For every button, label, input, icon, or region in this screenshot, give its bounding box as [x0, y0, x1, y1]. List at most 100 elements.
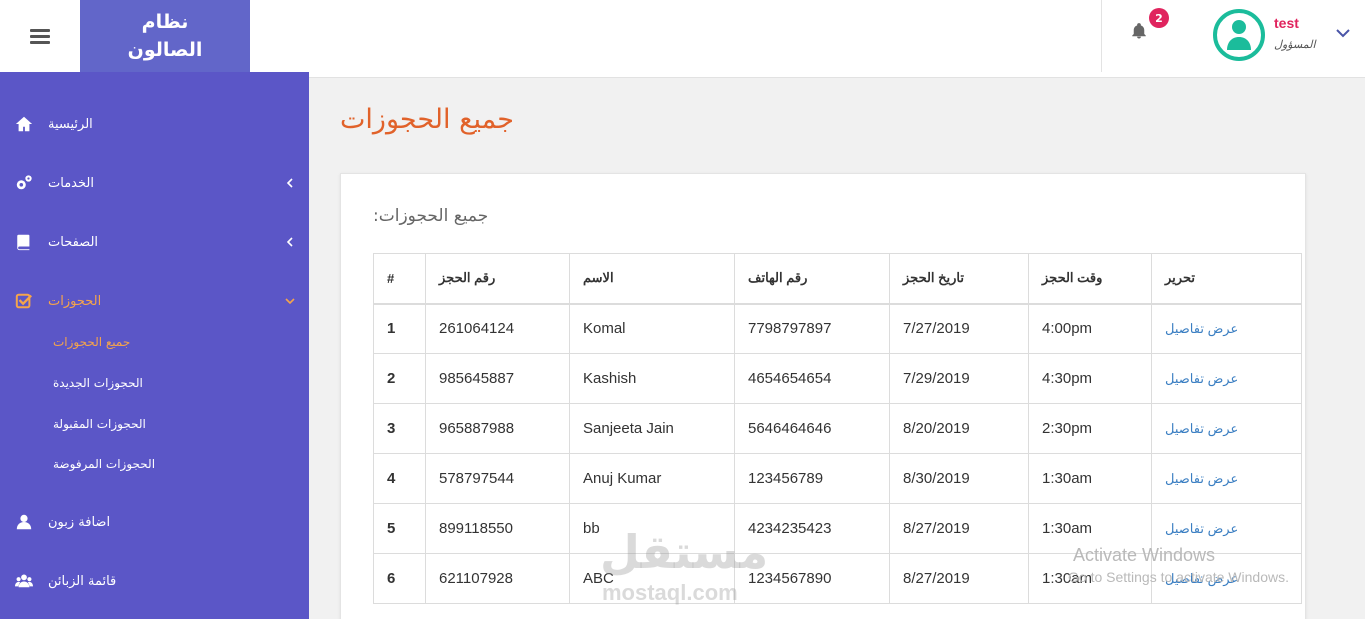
column-header-label: تحرير [1165, 270, 1195, 286]
mostaql-watermark-site: mostaql.com [602, 580, 738, 605]
sidebar: الرئيسية الخدمات الصفحات الحجوزات جميع ا… [0, 72, 309, 619]
mostaql-watermark-logo: مستقل [600, 525, 769, 579]
cell-time: 2:30pm [1028, 403, 1152, 454]
table-header-row: # رقم الحجز الاسم رقم الهاتف تاريخ الحجز… [373, 253, 1302, 305]
column-header-phone: رقم الهاتف [734, 253, 890, 305]
chevron-left-icon [286, 178, 293, 188]
view-details-link[interactable]: عرض تفاصيل [1151, 453, 1302, 504]
view-details-label: عرض تفاصيل [1165, 370, 1239, 386]
view-details-label: عرض تفاصيل [1165, 520, 1239, 536]
table-row: 3 965887988 Sanjeeta Jain 5646464646 8/2… [373, 403, 1302, 454]
hamburger-icon [30, 26, 50, 47]
column-header-booking-number: رقم الحجز [425, 253, 570, 305]
sidebar-subitem-accepted-bookings[interactable]: الحجوزات المقبولة [53, 417, 146, 431]
cell-booking-number: 965887988 [425, 403, 570, 454]
gears-icon [14, 173, 34, 193]
view-details-link[interactable]: عرض تفاصيل [1151, 353, 1302, 404]
sidebar-item-label: الرئيسية [48, 116, 93, 132]
sidebar-item-home[interactable]: الرئيسية [0, 102, 309, 146]
sidebar-item-label: اضافة زبون [48, 514, 111, 530]
cell-date: 8/27/2019 [889, 553, 1029, 604]
sidebar-item-add-customer[interactable]: اضافة زبون [0, 500, 309, 544]
brand-line-2: الصالون [127, 39, 203, 61]
sidebar-item-label: الصفحات [48, 234, 99, 250]
column-header-label: رقم الهاتف [748, 270, 808, 286]
cell-index: 5 [373, 503, 426, 554]
column-header-booking-date: تاريخ الحجز [889, 253, 1029, 305]
cell-phone: 123456789 [734, 453, 890, 504]
sidebar-item-bookings[interactable]: الحجوزات [0, 279, 309, 323]
cell-date: 8/30/2019 [889, 453, 1029, 504]
book-icon [14, 232, 34, 252]
view-details-label: عرض تفاصيل [1165, 470, 1239, 486]
cell-phone: 5646464646 [734, 403, 890, 454]
cell-name: Anuj Kumar [569, 453, 735, 504]
cell-booking-number: 578797544 [425, 453, 570, 504]
column-header-label: الاسم [583, 270, 614, 286]
column-header-index: # [373, 253, 426, 305]
table-row: 4 578797544 Anuj Kumar 123456789 8/30/20… [373, 453, 1302, 504]
cell-time: 4:00pm [1028, 303, 1152, 354]
bell-icon[interactable] [1130, 22, 1152, 44]
sidebar-item-customer-list[interactable]: قائمة الزبائن [0, 559, 309, 603]
cell-date: 8/27/2019 [889, 503, 1029, 554]
sidebar-item-label: الحجوزات [48, 293, 102, 309]
sidebar-subitem-all-bookings[interactable]: جميع الحجوزات [53, 335, 130, 349]
cell-date: 7/27/2019 [889, 303, 1029, 354]
cell-phone: 4654654654 [734, 353, 890, 404]
menu-toggle-button[interactable] [0, 0, 80, 72]
avatar[interactable] [1213, 9, 1265, 61]
user-role: المسؤول [1274, 38, 1316, 51]
cell-name: Kashish [569, 353, 735, 404]
cell-booking-number: 985645887 [425, 353, 570, 404]
activate-windows-title: Activate Windows [1073, 545, 1216, 565]
chevron-down-icon [285, 298, 295, 305]
sidebar-item-pages[interactable]: الصفحات [0, 220, 309, 264]
column-header-label: وقت الحجز [1042, 270, 1103, 286]
chevron-down-icon[interactable] [1335, 25, 1351, 41]
cell-phone: 7798797897 [734, 303, 890, 354]
user-icon [14, 512, 34, 532]
sidebar-item-services[interactable]: الخدمات [0, 161, 309, 205]
cell-name: Sanjeeta Jain [569, 403, 735, 454]
view-details-label: عرض تفاصيل [1165, 420, 1239, 436]
header-divider [1101, 0, 1102, 72]
top-header: نظام الصالون 2 test المسؤول [0, 0, 1365, 78]
home-icon [14, 114, 34, 134]
sidebar-item-label: الخدمات [48, 175, 94, 191]
notification-badge: 2 [1149, 8, 1169, 28]
sidebar-subitem-rejected-bookings[interactable]: الحجوزات المرفوضة [53, 457, 155, 471]
view-details-link[interactable]: عرض تفاصيل [1151, 303, 1302, 354]
table-row: 1 261064124 Komal 7798797897 7/27/2019 4… [373, 303, 1302, 354]
cell-index: 4 [373, 453, 426, 504]
brand-line-1: نظام [141, 11, 189, 33]
cell-booking-number: 899118550 [425, 503, 570, 554]
user-silhouette-icon [1227, 20, 1251, 50]
cell-time: 4:30pm [1028, 353, 1152, 404]
cell-index: 6 [373, 553, 426, 604]
cell-name: Komal [569, 303, 735, 354]
user-name[interactable]: test [1274, 15, 1299, 31]
page-title: جميع الحجوزات [340, 104, 514, 135]
cell-date: 7/29/2019 [889, 353, 1029, 404]
chevron-left-icon [286, 237, 293, 247]
sidebar-item-label: قائمة الزبائن [48, 573, 117, 589]
column-header-label: تاريخ الحجز [903, 270, 965, 286]
column-header-label: رقم الحجز [439, 270, 496, 286]
users-icon [14, 571, 34, 591]
column-header-edit: تحرير [1151, 253, 1302, 305]
cell-index: 3 [373, 403, 426, 454]
brand-logo[interactable]: نظام الصالون [80, 0, 250, 72]
view-details-link[interactable]: عرض تفاصيل [1151, 403, 1302, 454]
cell-index: 2 [373, 353, 426, 404]
cell-time: 1:30am [1028, 453, 1152, 504]
sidebar-subitem-new-bookings[interactable]: الحجوزات الجديدة [53, 376, 143, 390]
cell-date: 8/20/2019 [889, 403, 1029, 454]
table-row: 2 985645887 Kashish 4654654654 7/29/2019… [373, 353, 1302, 404]
cell-booking-number: 621107928 [425, 553, 570, 604]
cell-index: 1 [373, 303, 426, 354]
check-square-icon [14, 291, 34, 311]
view-details-label: عرض تفاصيل [1165, 320, 1239, 336]
column-header-name: الاسم [569, 253, 735, 305]
cell-booking-number: 261064124 [425, 303, 570, 354]
